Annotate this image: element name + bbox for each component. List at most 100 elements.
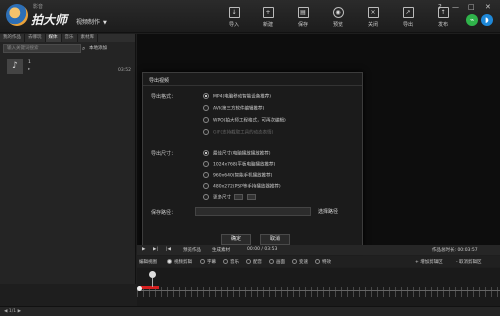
radio-icon [203,117,209,123]
mode-video-edit[interactable]: 视频剪辑 [167,259,192,265]
mode-picture[interactable]: 画面 [269,259,285,265]
radio-icon [167,259,172,264]
search-input[interactable]: 输入关键词搜索 [3,44,81,53]
leaf-icon: ⌁ [469,16,475,24]
music-note-icon: ♪ [7,59,23,74]
tab-music[interactable]: 音乐 [62,34,78,42]
preview-label: 预览 [332,22,343,28]
size-option-label: 960x640(智能手机播放推荐) [213,173,273,179]
ok-button[interactable]: 确定 [221,234,251,245]
radio-icon [203,150,209,156]
mode-label: 视频制作 [76,19,101,26]
media-panel: 我的作品 去哪玩 媒体 音乐 素材库 输入关键词搜索 ⌕ 本地添加 ♪ 1 ▸ … [0,34,136,284]
app-logo [6,4,28,26]
format-option-mp4[interactable]: MP4(电脑移动智能设备推荐) [203,93,271,100]
tab-explore[interactable]: 去哪玩 [25,34,46,42]
share-blue-button[interactable]: ◗ [481,14,493,26]
mode-label: 字幕 [207,260,216,265]
mode-effects[interactable]: 特效 [315,259,331,265]
size-option-more[interactable]: 更多尺寸 [203,194,256,201]
step-forward-button[interactable]: ▶| [153,247,158,252]
choose-path-button[interactable]: 选择路径 [318,208,338,215]
mode-label: 配音 [253,260,262,265]
format-option-avi[interactable]: AVI(第三方软件编辑推荐) [203,105,264,112]
mode-label: 画面 [276,260,285,265]
size-option-960[interactable]: 960x640(智能手机播放推荐) [203,172,272,179]
media-item[interactable]: ♪ 1 ▸ 03:52 [3,58,133,76]
format-label: 导出格式： [151,94,177,100]
save-path-input[interactable] [195,207,311,216]
preview-button[interactable]: ◉ 预览 [323,7,353,33]
import-label: 导入 [228,22,239,28]
mode-subtitle[interactable]: 字幕 [200,259,216,265]
brand-small-label: 影音 [33,4,44,10]
mode-dropdown[interactable]: 视频制作 ▼ [76,17,107,26]
page-indicator[interactable]: ◀ 1/1 ▶ [4,309,21,314]
cancel-button[interactable]: 取消 [260,234,290,245]
dialog-title: 导出视频 [149,78,170,84]
export-dialog: 导出视频 导出格式： MP4(电脑移动智能设备推荐) AVI(第三方软件编辑推荐… [142,72,363,248]
height-input[interactable] [246,194,256,200]
export-label: 导出 [402,22,413,28]
chevron-down-icon: ▼ [103,20,107,26]
help-button[interactable]: ? [438,3,442,11]
radio-icon [203,161,209,167]
timeline[interactable] [137,268,500,306]
mode-speed[interactable]: 变速 [292,259,308,265]
size-label: 导出尺寸： [151,151,177,157]
maximize-button[interactable]: □ [468,3,475,11]
playhead-handle[interactable] [137,286,142,291]
zoom-slider-knob[interactable] [149,271,156,278]
preview-works-button[interactable]: 预览作品 [183,247,201,253]
play-button[interactable]: ▶ [142,247,145,252]
mode-label: 视频剪辑 [174,260,192,265]
add-local-button[interactable]: 本地添加 [89,45,107,51]
export-button[interactable]: ↗ 导出 [393,7,423,33]
radio-icon [203,183,209,189]
add-clip-area-button[interactable]: + 增加剪辑区 [415,259,443,265]
mode-label: 音乐 [230,260,239,265]
format-option-gif: GIF(支持截取工具的动态表情) [203,129,273,136]
import-button[interactable]: ↓ 导入 [219,7,249,33]
save-label: 保存 [297,22,308,28]
mode-label: 变速 [299,260,308,265]
size-option-1024[interactable]: 1024x768(平板电脑播放推荐) [203,161,275,168]
step-back-button[interactable]: |◀ [166,247,171,252]
mode-music[interactable]: 音乐 [223,259,239,265]
tab-my-works[interactable]: 我的作品 [0,34,25,42]
publish-label: 发布 [437,22,448,28]
new-button[interactable]: + 新建 [253,7,283,33]
media-duration: 03:52 [118,68,131,73]
radio-icon [269,259,274,264]
format-option-label: MP4(电脑移动智能设备推荐) [213,94,271,100]
width-input[interactable] [234,194,244,200]
bird-icon: ◗ [485,16,489,24]
share-green-button[interactable]: ⌁ [466,14,478,26]
path-label: 保存路径： [151,210,177,216]
tab-media[interactable]: 媒体 [45,34,62,42]
timeline-ruler [137,287,500,297]
minimize-button[interactable]: — [452,3,459,11]
close-button[interactable]: ✕ [485,3,491,11]
cancel-clip-area-button[interactable]: - 取消剪辑区 [456,259,482,265]
clip-selection-bar[interactable] [139,286,159,289]
eye-icon: ◉ [332,7,344,18]
format-option-label: AVI(第三方软件编辑推荐) [213,106,265,112]
playback-bar: ▶ ▶| |◀ 预览作品 生成素材 00:00 / 03:53 作品总时长: 0… [137,245,500,255]
size-option-label: 1024x768(平板电脑播放推荐) [213,162,276,168]
format-option-wpo[interactable]: WPO(拍大师工程格式，可再次编辑) [203,117,286,124]
size-option-label: 更多尺寸 [213,195,231,201]
search-icon[interactable]: ⌕ [82,45,85,53]
save-icon: ▤ [297,7,309,18]
mode-label: 特效 [322,260,331,265]
tab-library[interactable]: 素材库 [78,34,98,42]
mode-dub[interactable]: 配音 [246,259,262,265]
radio-icon [200,259,205,264]
radio-icon [203,105,209,111]
close-doc-button[interactable]: × 关闭 [358,7,388,33]
size-option-best[interactable]: 最佳尺寸(电脑播放播放推荐) [203,150,271,157]
size-option-480[interactable]: 480x272(PSP等手持播放器推荐) [203,183,281,190]
generate-material-button[interactable]: 生成素材 [212,247,230,253]
radio-icon [203,129,209,135]
save-button[interactable]: ▤ 保存 [288,7,318,33]
